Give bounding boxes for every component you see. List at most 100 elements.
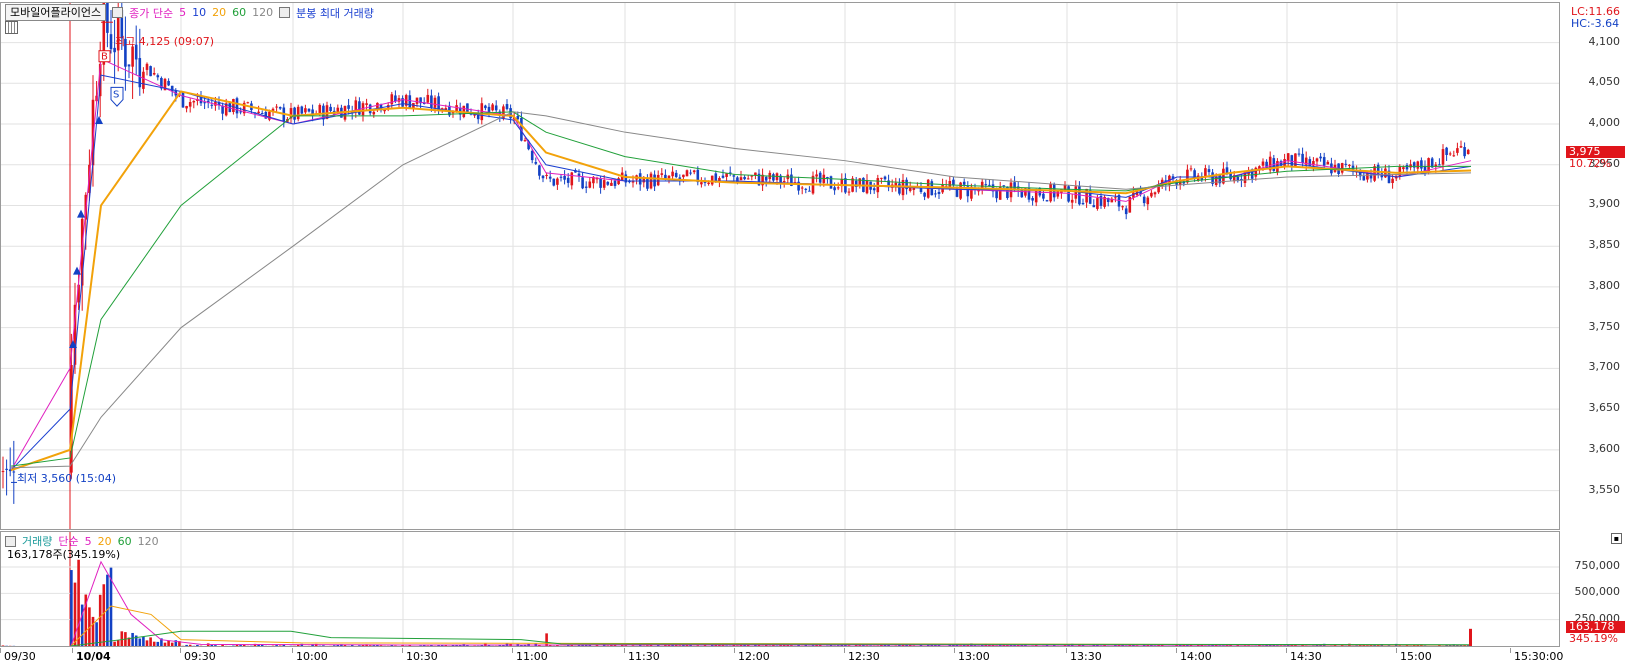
symbol-selector[interactable]: 모바일어플라이언스 <box>5 4 107 21</box>
legend-chip <box>112 7 124 18</box>
candle-body <box>646 177 649 189</box>
volume-bar <box>631 645 635 646</box>
candle-body <box>653 174 656 187</box>
candle-body <box>700 182 703 185</box>
volume-bar <box>1326 645 1330 646</box>
volume-bar <box>1074 645 1078 646</box>
candle-body <box>1348 164 1351 167</box>
volume-bar <box>718 645 721 646</box>
volume-bar <box>808 645 811 646</box>
candle-body <box>1153 192 1157 195</box>
candle-body <box>152 73 156 75</box>
candle-body <box>304 108 307 113</box>
volume-chart-pane[interactable]: 거래량 단순 5 20 60 120 163,178주(345.19%) <box>0 531 1560 647</box>
price-tick: 4,050 <box>1588 75 1621 89</box>
collapse-icon[interactable]: ▪ <box>1611 533 1622 544</box>
volume-bar <box>1355 645 1358 646</box>
sell-marker-label: S <box>113 89 119 100</box>
candle-body <box>988 184 991 186</box>
candle-body <box>181 92 185 108</box>
candle-body <box>1441 149 1445 165</box>
volume-bar <box>347 645 350 646</box>
candle-body <box>149 66 152 77</box>
volume-bar <box>559 645 563 646</box>
volume-bar <box>628 645 631 646</box>
volume-bar <box>386 645 390 646</box>
candle-body <box>1315 158 1319 162</box>
candle-body <box>1146 197 1150 205</box>
ma-type-label: 종가 단순 <box>129 6 174 20</box>
volume-bar <box>736 645 739 646</box>
volume-bar <box>728 645 732 646</box>
price-tick: 3,850 <box>1588 238 1621 252</box>
candle-body <box>1189 168 1193 170</box>
price-tick: 3,700 <box>1588 360 1621 374</box>
candle-body <box>365 103 368 105</box>
settings-icon[interactable] <box>5 21 18 34</box>
candle-body <box>599 178 602 188</box>
candle-body <box>664 174 667 179</box>
candle-body <box>293 107 296 120</box>
volume-bar <box>1204 645 1207 646</box>
volume-bar <box>138 638 142 646</box>
volume-bar <box>865 645 869 646</box>
candle-body <box>109 34 113 50</box>
candle-body <box>1092 205 1096 208</box>
candle-body <box>1070 199 1074 203</box>
volume-bar <box>304 645 307 646</box>
volume-chart-svg[interactable] <box>1 532 1560 647</box>
candle-body <box>1344 163 1348 165</box>
lc-hc-readout: LC:11.66 HC:-3.64 <box>1571 6 1620 30</box>
buy-marker-label: B <box>101 52 108 63</box>
candle-body <box>1420 160 1423 169</box>
time-tick <box>402 648 403 653</box>
price-chart-pane[interactable]: BS 모바일어플라이언스 종가 단순 5 10 20 60 120 분봉 최대 … <box>0 2 1560 530</box>
volume-bar <box>494 645 498 646</box>
candle-body <box>746 178 750 180</box>
volume-bar <box>750 645 754 646</box>
candle-body <box>1261 161 1265 166</box>
candle-body <box>1096 198 1099 209</box>
candle-body <box>1074 186 1078 199</box>
candle-body <box>656 174 660 186</box>
candle-body <box>804 188 808 190</box>
volume-bar <box>426 645 430 646</box>
volume-bar <box>1387 645 1391 646</box>
volume-bar <box>491 645 494 646</box>
price-legend: 모바일어플라이언스 종가 단순 5 10 20 60 120 분봉 최대 거래량 <box>5 4 374 21</box>
volume-bar <box>811 645 815 646</box>
volume-bar <box>1240 645 1243 646</box>
candle-body <box>318 104 322 115</box>
price-tick: 3,650 <box>1588 401 1621 415</box>
volume-bar <box>1250 645 1254 646</box>
volume-bar <box>1304 645 1308 646</box>
candle-body <box>232 98 235 112</box>
volume-bar <box>646 645 649 646</box>
volume-bar <box>1060 645 1063 646</box>
candle-body <box>1124 208 1128 215</box>
volume-bar <box>923 645 926 646</box>
candle-body <box>390 94 394 105</box>
volume-bar <box>1 645 5 646</box>
time-tick <box>180 648 181 653</box>
volume-ma-line <box>70 560 1470 646</box>
volume-bar <box>448 645 451 646</box>
volume-bar <box>775 645 779 646</box>
candle-body <box>534 162 538 164</box>
volume-bar <box>959 645 962 646</box>
volume-bar <box>91 616 95 646</box>
price-chart-svg[interactable]: BS <box>1 3 1560 530</box>
candle-body <box>1301 153 1304 164</box>
volume-bar <box>725 645 728 646</box>
volume-bar <box>768 645 772 646</box>
high-annotation: 최고 4,125 (09:07) <box>115 35 215 48</box>
candle-body <box>296 106 300 120</box>
candle-body <box>1376 164 1380 175</box>
candle-body <box>239 111 242 113</box>
volume-bar <box>397 645 401 646</box>
price-tick: 4,100 <box>1588 34 1621 48</box>
ma5-label: 5 <box>179 6 187 19</box>
candle-body <box>581 177 584 189</box>
volume-bar <box>1351 645 1355 646</box>
candle-body <box>372 111 376 115</box>
